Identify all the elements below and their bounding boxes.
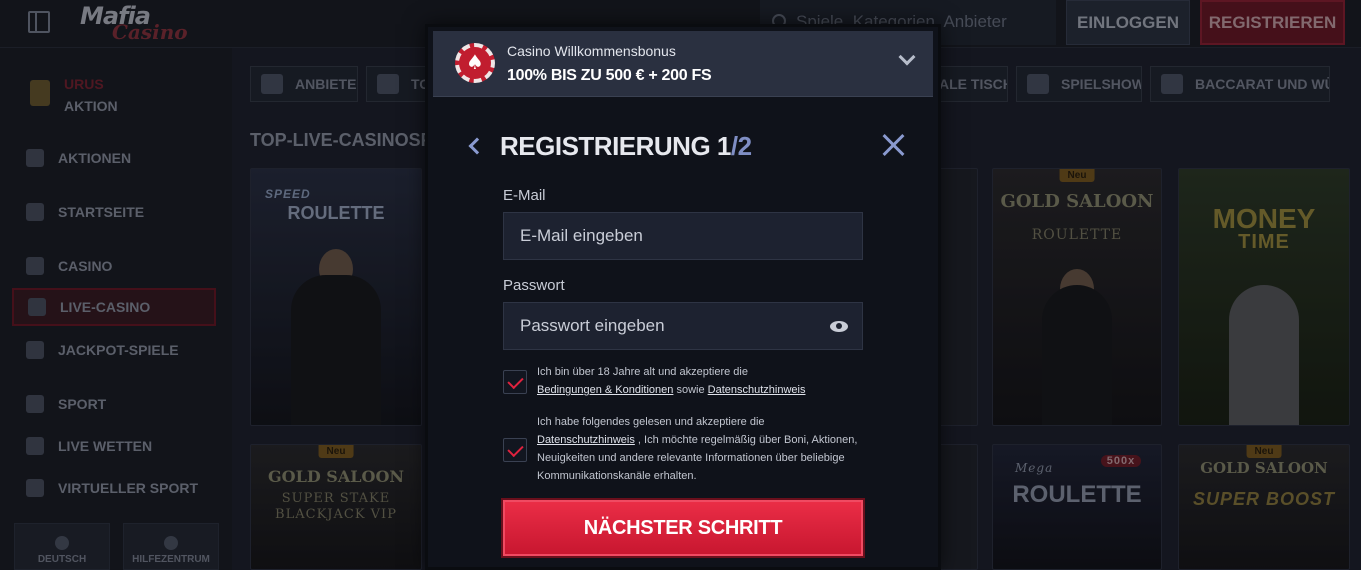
back-arrow-icon[interactable] [468, 137, 486, 155]
marketing-checkbox[interactable] [503, 438, 527, 462]
casino-chip-icon: ♠ [455, 43, 495, 83]
step-current: 1 [716, 131, 731, 161]
next-step-button[interactable]: NÄCHSTER SCHRITT [503, 500, 863, 556]
privacy-link[interactable]: Datenschutzhinweis [708, 384, 806, 396]
consent1-mid: sowie [676, 384, 705, 396]
bonus-title: Casino Willkommensbonus [507, 43, 676, 59]
consent2-text: Ich habe folgendes gelesen und akzeptier… [537, 416, 765, 428]
password-field[interactable]: Passwort eingeben [503, 302, 863, 350]
close-icon[interactable] [882, 133, 906, 157]
step-separator: / [730, 131, 738, 161]
modal-title: REGISTRIERUNG 1/2 [500, 131, 752, 162]
email-placeholder: E-Mail eingeben [520, 226, 643, 245]
chevron-down-icon[interactable] [898, 48, 916, 66]
email-field[interactable]: E-Mail eingeben [503, 212, 863, 260]
welcome-bonus-banner[interactable]: ♠ Casino Willkommensbonus 100% BIS ZU 50… [433, 31, 933, 97]
terms-consent-text: Ich bin über 18 Jahre alt und akzeptiere… [537, 363, 867, 399]
consent1-text: Ich bin über 18 Jahre alt und akzeptiere… [537, 366, 748, 378]
terms-link[interactable]: Bedingungen & Konditionen [537, 384, 673, 396]
step-total: 2 [737, 131, 752, 161]
password-placeholder: Passwort eingeben [520, 316, 665, 335]
email-label: E-Mail [503, 187, 546, 204]
terms-checkbox[interactable] [503, 370, 527, 394]
spade-icon: ♠ [466, 50, 484, 74]
modal-title-text: REGISTRIERUNG [500, 131, 711, 161]
bonus-offer: 100% BIS ZU 500 € + 200 FS [507, 67, 712, 84]
privacy-link[interactable]: Datenschutzhinweis [537, 434, 635, 446]
password-label: Passwort [503, 277, 565, 294]
eye-icon[interactable] [830, 321, 848, 332]
marketing-consent-text: Ich habe folgendes gelesen und akzeptier… [537, 413, 867, 485]
registration-modal: ♠ Casino Willkommensbonus 100% BIS ZU 50… [425, 24, 941, 570]
